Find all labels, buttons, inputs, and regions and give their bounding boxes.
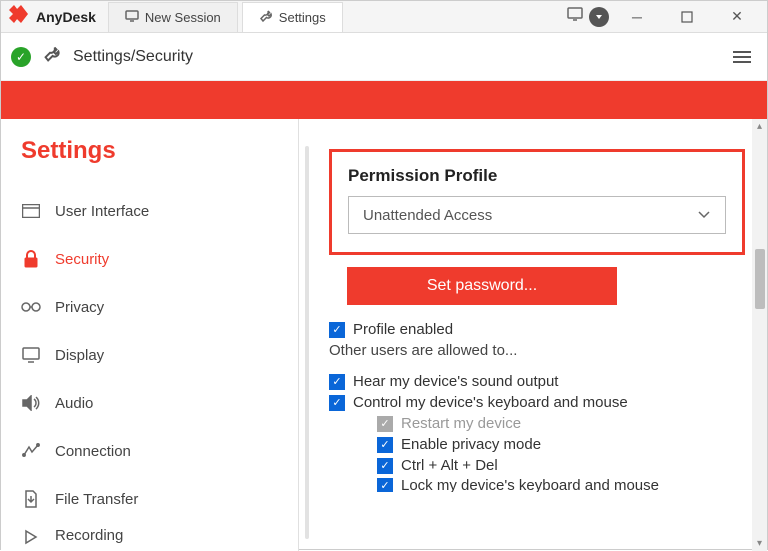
checkbox-profile-enabled[interactable]: ✓ Profile enabled (329, 321, 745, 338)
checkbox-label: Hear my device's sound output (353, 373, 558, 390)
display-icon (21, 345, 41, 365)
checkbox-icon: ✓ (329, 322, 345, 338)
checkbox-icon: ✓ (329, 374, 345, 390)
checkbox-label: Restart my device (401, 415, 521, 432)
tab-settings[interactable]: Settings (242, 2, 343, 32)
sidebar-item-display[interactable]: Display (21, 331, 298, 379)
menu-button[interactable] (727, 45, 757, 69)
down-circle-icon[interactable] (589, 7, 609, 27)
checkbox-icon: ✓ (377, 437, 393, 453)
sidebar-item-privacy[interactable]: Privacy (21, 283, 298, 331)
monitor-icon (125, 10, 139, 25)
audio-icon (21, 393, 41, 413)
app-name: AnyDesk (36, 9, 96, 25)
anydesk-logo-icon (9, 5, 31, 28)
title-bar: AnyDesk New Session Settings ─ ✕ (1, 1, 767, 33)
scroll-down-icon[interactable]: ▾ (752, 538, 767, 549)
wrench-icon (259, 9, 273, 26)
checkbox-label: Profile enabled (353, 321, 453, 338)
checkbox-hear-sound[interactable]: ✓ Hear my device's sound output (329, 373, 745, 390)
cast-icon[interactable] (567, 7, 583, 26)
checkbox-lock-keyboard-mouse[interactable]: ✓ Lock my device's keyboard and mouse (377, 478, 745, 492)
settings-sidebar: Settings User Interface Security Privacy… (1, 119, 299, 551)
close-button[interactable]: ✕ (715, 2, 759, 32)
checkbox-label: Lock my device's keyboard and mouse (401, 478, 659, 492)
sub-header: ✓ Settings/Security (1, 33, 767, 81)
checkbox-restart-device: ✓ Restart my device (377, 415, 745, 432)
minimize-button[interactable]: ─ (615, 2, 659, 32)
scrollbar-thumb[interactable] (755, 249, 765, 309)
sidebar-item-recording[interactable]: Recording (21, 523, 298, 551)
sidebar-item-connection[interactable]: Connection (21, 427, 298, 475)
sidebar-item-label: File Transfer (55, 491, 138, 508)
connection-icon (21, 441, 41, 461)
checkbox-label: Control my device's keyboard and mouse (353, 394, 628, 411)
sidebar-item-label: Audio (55, 395, 93, 412)
wrench-icon (43, 45, 61, 68)
recording-icon (21, 527, 41, 547)
select-value: Unattended Access (363, 207, 492, 224)
sidebar-item-security[interactable]: Security (21, 235, 298, 283)
sidebar-heading: Settings (21, 137, 298, 165)
main-panel: Permission Profile Unattended Access Set… (299, 119, 767, 551)
breadcrumb: Settings/Security (73, 48, 193, 66)
permission-profile-box: Permission Profile Unattended Access (329, 149, 745, 255)
ui-icon (21, 201, 41, 221)
app-logo-wrap: AnyDesk (1, 5, 104, 28)
lock-icon (21, 249, 41, 269)
checkbox-label: Enable privacy mode (401, 436, 541, 453)
scroll-up-icon[interactable]: ▴ (752, 121, 767, 132)
sidebar-item-label: User Interface (55, 203, 149, 220)
permission-profile-select[interactable]: Unattended Access (348, 196, 726, 234)
checkbox-enable-privacy-mode[interactable]: ✓ Enable privacy mode (377, 436, 745, 453)
vertical-scrollbar[interactable]: ▴ ▾ (752, 119, 767, 551)
sidebar-item-label: Display (55, 347, 104, 364)
allowed-text: Other users are allowed to... (329, 342, 745, 359)
maximize-button[interactable] (665, 2, 709, 32)
checkbox-ctrl-alt-del[interactable]: ✓ Ctrl + Alt + Del (377, 457, 745, 474)
tab-label: New Session (145, 10, 221, 25)
chevron-down-icon (697, 207, 711, 224)
tab-new-session[interactable]: New Session (108, 2, 238, 32)
file-transfer-icon (21, 489, 41, 509)
sidebar-item-label: Security (55, 251, 109, 268)
sidebar-item-label: Privacy (55, 299, 104, 316)
sidebar-item-file-transfer[interactable]: File Transfer (21, 475, 298, 523)
status-ok-icon: ✓ (11, 47, 31, 67)
tab-label: Settings (279, 10, 326, 25)
permission-profile-title: Permission Profile (348, 166, 726, 186)
sidebar-item-label: Recording (55, 527, 123, 544)
red-banner (1, 81, 767, 119)
sidebar-item-label: Connection (55, 443, 131, 460)
set-password-button[interactable]: Set password... (347, 267, 617, 305)
checkbox-control-keyboard-mouse[interactable]: ✓ Control my device's keyboard and mouse (329, 394, 745, 411)
checkbox-label: Ctrl + Alt + Del (401, 457, 498, 474)
checkbox-icon: ✓ (329, 395, 345, 411)
sidebar-item-audio[interactable]: Audio (21, 379, 298, 427)
sidebar-item-user-interface[interactable]: User Interface (21, 187, 298, 235)
checkbox-icon: ✓ (377, 478, 393, 492)
checkbox-icon: ✓ (377, 458, 393, 474)
checkbox-icon: ✓ (377, 416, 393, 432)
privacy-icon (21, 297, 41, 317)
